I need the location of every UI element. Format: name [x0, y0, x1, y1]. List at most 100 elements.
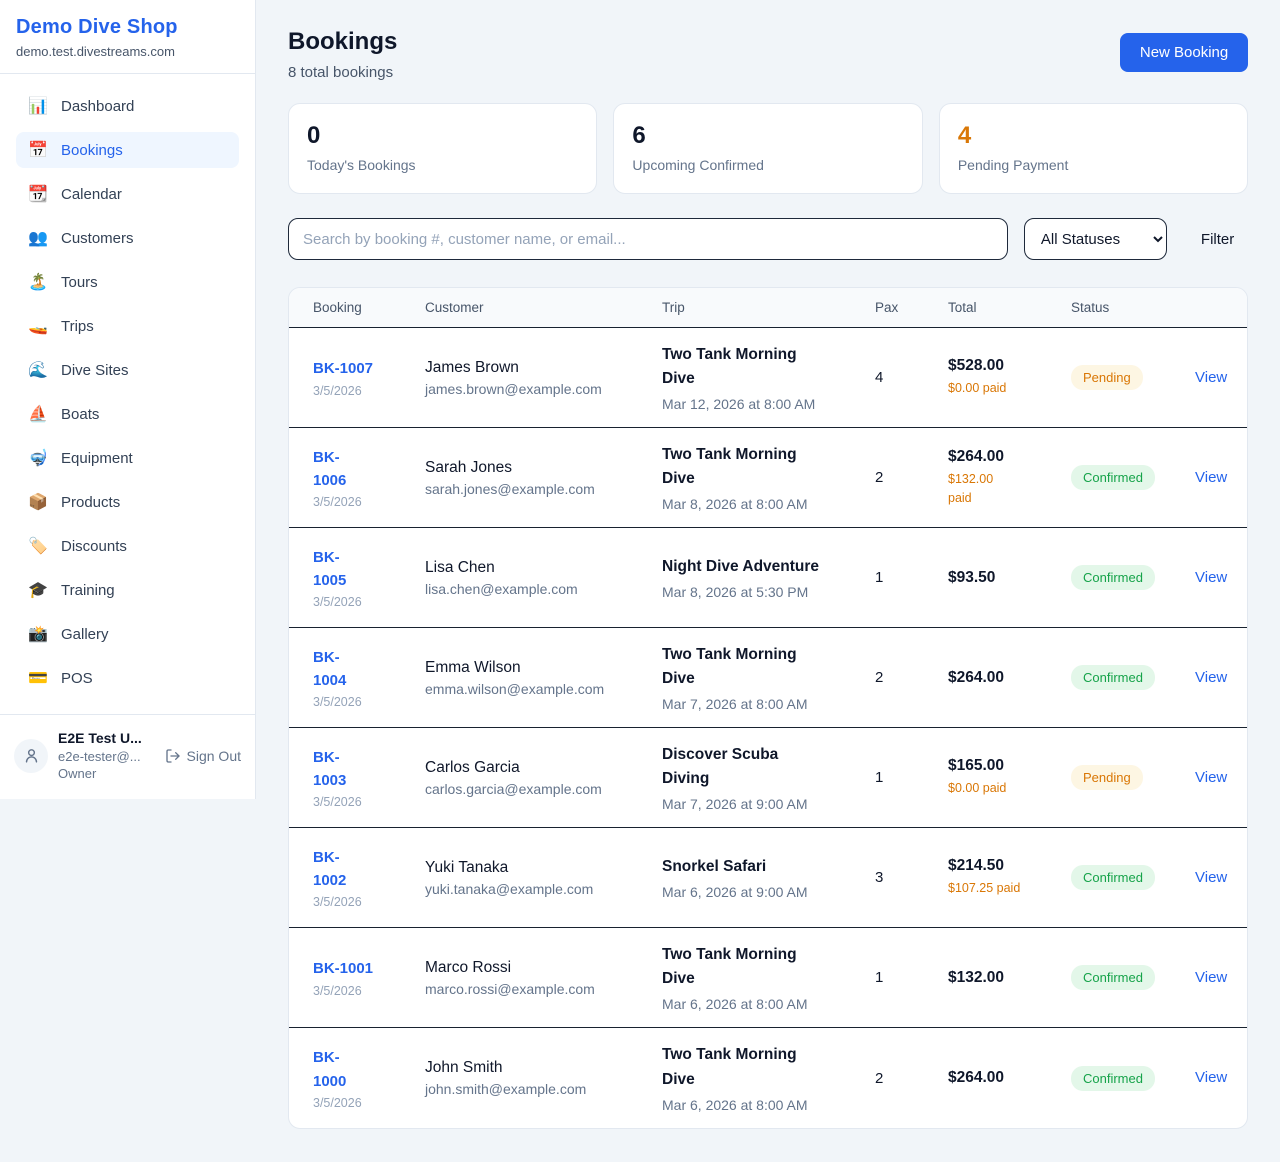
trip-datetime: Mar 8, 2026 at 5:30 PM — [662, 584, 855, 600]
sidebar-item-boats[interactable]: ⛵ Boats — [16, 396, 239, 432]
total-amount: $93.50 — [948, 569, 1051, 587]
sidebar-item-discounts[interactable]: 🏷️ Discounts — [16, 528, 239, 564]
brand: Demo Dive Shop demo.test.divestreams.com — [0, 0, 255, 74]
customer-cell: Emma Wilson emma.wilson@example.com — [425, 659, 662, 697]
stat-label: Upcoming Confirmed — [632, 157, 903, 173]
booking-id-link[interactable]: BK- 1004 — [313, 646, 405, 693]
view-link[interactable]: View — [1195, 769, 1227, 786]
status-cell: Confirmed — [1071, 865, 1195, 890]
pax-cell: 1 — [875, 569, 948, 586]
customer-name: John Smith — [425, 1059, 642, 1077]
table-row: BK- 1000 3/5/2026 John Smith john.smith@… — [289, 1028, 1247, 1128]
sidebar-item-label: Products — [61, 494, 120, 511]
sidebar-item-dashboard[interactable]: 📊 Dashboard — [16, 88, 239, 124]
sidebar-item-calendar[interactable]: 📆 Calendar — [16, 176, 239, 212]
pax-cell: 1 — [875, 969, 948, 986]
bookings-table: Booking Customer Trip Pax Total Status B… — [288, 287, 1248, 1129]
actions-cell: View — [1195, 569, 1247, 587]
customer-email: carlos.garcia@example.com — [425, 781, 642, 797]
trip-datetime: Mar 7, 2026 at 9:00 AM — [662, 796, 855, 812]
new-booking-button[interactable]: New Booking — [1120, 33, 1248, 72]
table-row: BK-1007 3/5/2026 James Brown james.brown… — [289, 328, 1247, 428]
view-link[interactable]: View — [1195, 369, 1227, 386]
view-link[interactable]: View — [1195, 969, 1227, 986]
actions-cell: View — [1195, 469, 1247, 487]
paid-amount: $132.00 paid — [948, 470, 1051, 506]
table-row: BK-1001 3/5/2026 Marco Rossi marco.rossi… — [289, 928, 1247, 1028]
avatar — [14, 739, 48, 773]
view-link[interactable]: View — [1195, 669, 1227, 686]
status-cell: Pending — [1071, 365, 1195, 390]
pax-count: 2 — [875, 669, 928, 686]
sidebar-item-products[interactable]: 📦 Products — [16, 484, 239, 520]
stat-card-pending-payment: 4 Pending Payment — [939, 103, 1248, 194]
customer-email: lisa.chen@example.com — [425, 581, 642, 597]
user-section: E2E Test U... e2e-tester@... Owner Sign … — [0, 714, 255, 799]
pax-count: 2 — [875, 1070, 928, 1087]
dashboard-icon: 📊 — [28, 96, 48, 116]
sidebar-item-label: POS — [61, 670, 93, 687]
sign-out-button[interactable]: Sign Out — [165, 748, 243, 764]
booking-id-link[interactable]: BK- 1005 — [313, 546, 405, 593]
sidebar-item-label: Discounts — [61, 538, 127, 555]
view-link[interactable]: View — [1195, 569, 1227, 586]
shop-domain: demo.test.divestreams.com — [16, 44, 239, 59]
view-link[interactable]: View — [1195, 869, 1227, 886]
status-cell: Confirmed — [1071, 665, 1195, 690]
person-icon — [23, 747, 40, 764]
customer-email: yuki.tanaka@example.com — [425, 881, 642, 897]
booking-date: 3/5/2026 — [313, 595, 405, 609]
sidebar-item-tours[interactable]: 🏝️ Tours — [16, 264, 239, 300]
pax-count: 1 — [875, 969, 928, 986]
total-cell: $132.00 — [948, 969, 1071, 987]
logout-icon — [165, 748, 181, 764]
paid-amount: $0.00 paid — [948, 779, 1051, 797]
sidebar-item-gallery[interactable]: 📸 Gallery — [16, 616, 239, 652]
booking-cell: BK- 1002 3/5/2026 — [313, 846, 425, 910]
sidebar-item-equipment[interactable]: 🤿 Equipment — [16, 440, 239, 476]
actions-cell: View — [1195, 369, 1247, 387]
page-header: Bookings 8 total bookings New Booking — [288, 28, 1248, 81]
total-cell: $264.00 — [948, 1069, 1071, 1087]
booking-date: 3/5/2026 — [313, 695, 405, 709]
sidebar-item-label: Tours — [61, 274, 98, 291]
booking-id-link[interactable]: BK- 1000 — [313, 1046, 405, 1093]
view-link[interactable]: View — [1195, 1069, 1227, 1086]
filter-button[interactable]: Filter — [1183, 231, 1248, 248]
pax-cell: 2 — [875, 469, 948, 486]
stat-value: 4 — [958, 122, 1229, 150]
booking-id-link[interactable]: BK- 1003 — [313, 746, 405, 793]
column-header-booking: Booking — [313, 300, 425, 315]
status-filter-select[interactable]: All Statuses — [1024, 218, 1167, 260]
status-badge: Confirmed — [1071, 465, 1155, 490]
sidebar-item-dive-sites[interactable]: 🌊 Dive Sites — [16, 352, 239, 388]
sidebar-item-label: Bookings — [61, 142, 123, 159]
trip-name: Snorkel Safari — [662, 855, 822, 879]
sidebar-item-customers[interactable]: 👥 Customers — [16, 220, 239, 256]
booking-id-link[interactable]: BK- 1006 — [313, 446, 405, 493]
booking-id-link[interactable]: BK- 1002 — [313, 846, 405, 893]
wave-icon: 🌊 — [28, 360, 48, 380]
actions-cell: View — [1195, 969, 1247, 987]
sidebar-item-bookings[interactable]: 📅 Bookings — [16, 132, 239, 168]
booking-id-link[interactable]: BK-1001 — [313, 957, 405, 980]
booking-id-link[interactable]: BK-1007 — [313, 357, 405, 380]
sidebar-item-pos[interactable]: 💳 POS — [16, 660, 239, 696]
total-cell: $214.50 $107.25 paid — [948, 857, 1071, 897]
customer-email: sarah.jones@example.com — [425, 481, 642, 497]
package-icon: 📦 — [28, 492, 48, 512]
customer-name: Sarah Jones — [425, 459, 642, 477]
view-link[interactable]: View — [1195, 469, 1227, 486]
total-cell: $528.00 $0.00 paid — [948, 357, 1071, 397]
search-input[interactable] — [288, 218, 1008, 260]
pax-cell: 4 — [875, 369, 948, 386]
stat-value: 6 — [632, 122, 903, 150]
customer-cell: James Brown james.brown@example.com — [425, 359, 662, 397]
sidebar-item-training[interactable]: 🎓 Training — [16, 572, 239, 608]
customers-icon: 👥 — [28, 228, 48, 248]
status-badge: Confirmed — [1071, 565, 1155, 590]
stat-label: Today's Bookings — [307, 157, 578, 173]
pax-count: 4 — [875, 369, 928, 386]
sidebar-item-trips[interactable]: 🚤 Trips — [16, 308, 239, 344]
user-meta: E2E Test U... e2e-tester@... Owner — [58, 729, 155, 783]
